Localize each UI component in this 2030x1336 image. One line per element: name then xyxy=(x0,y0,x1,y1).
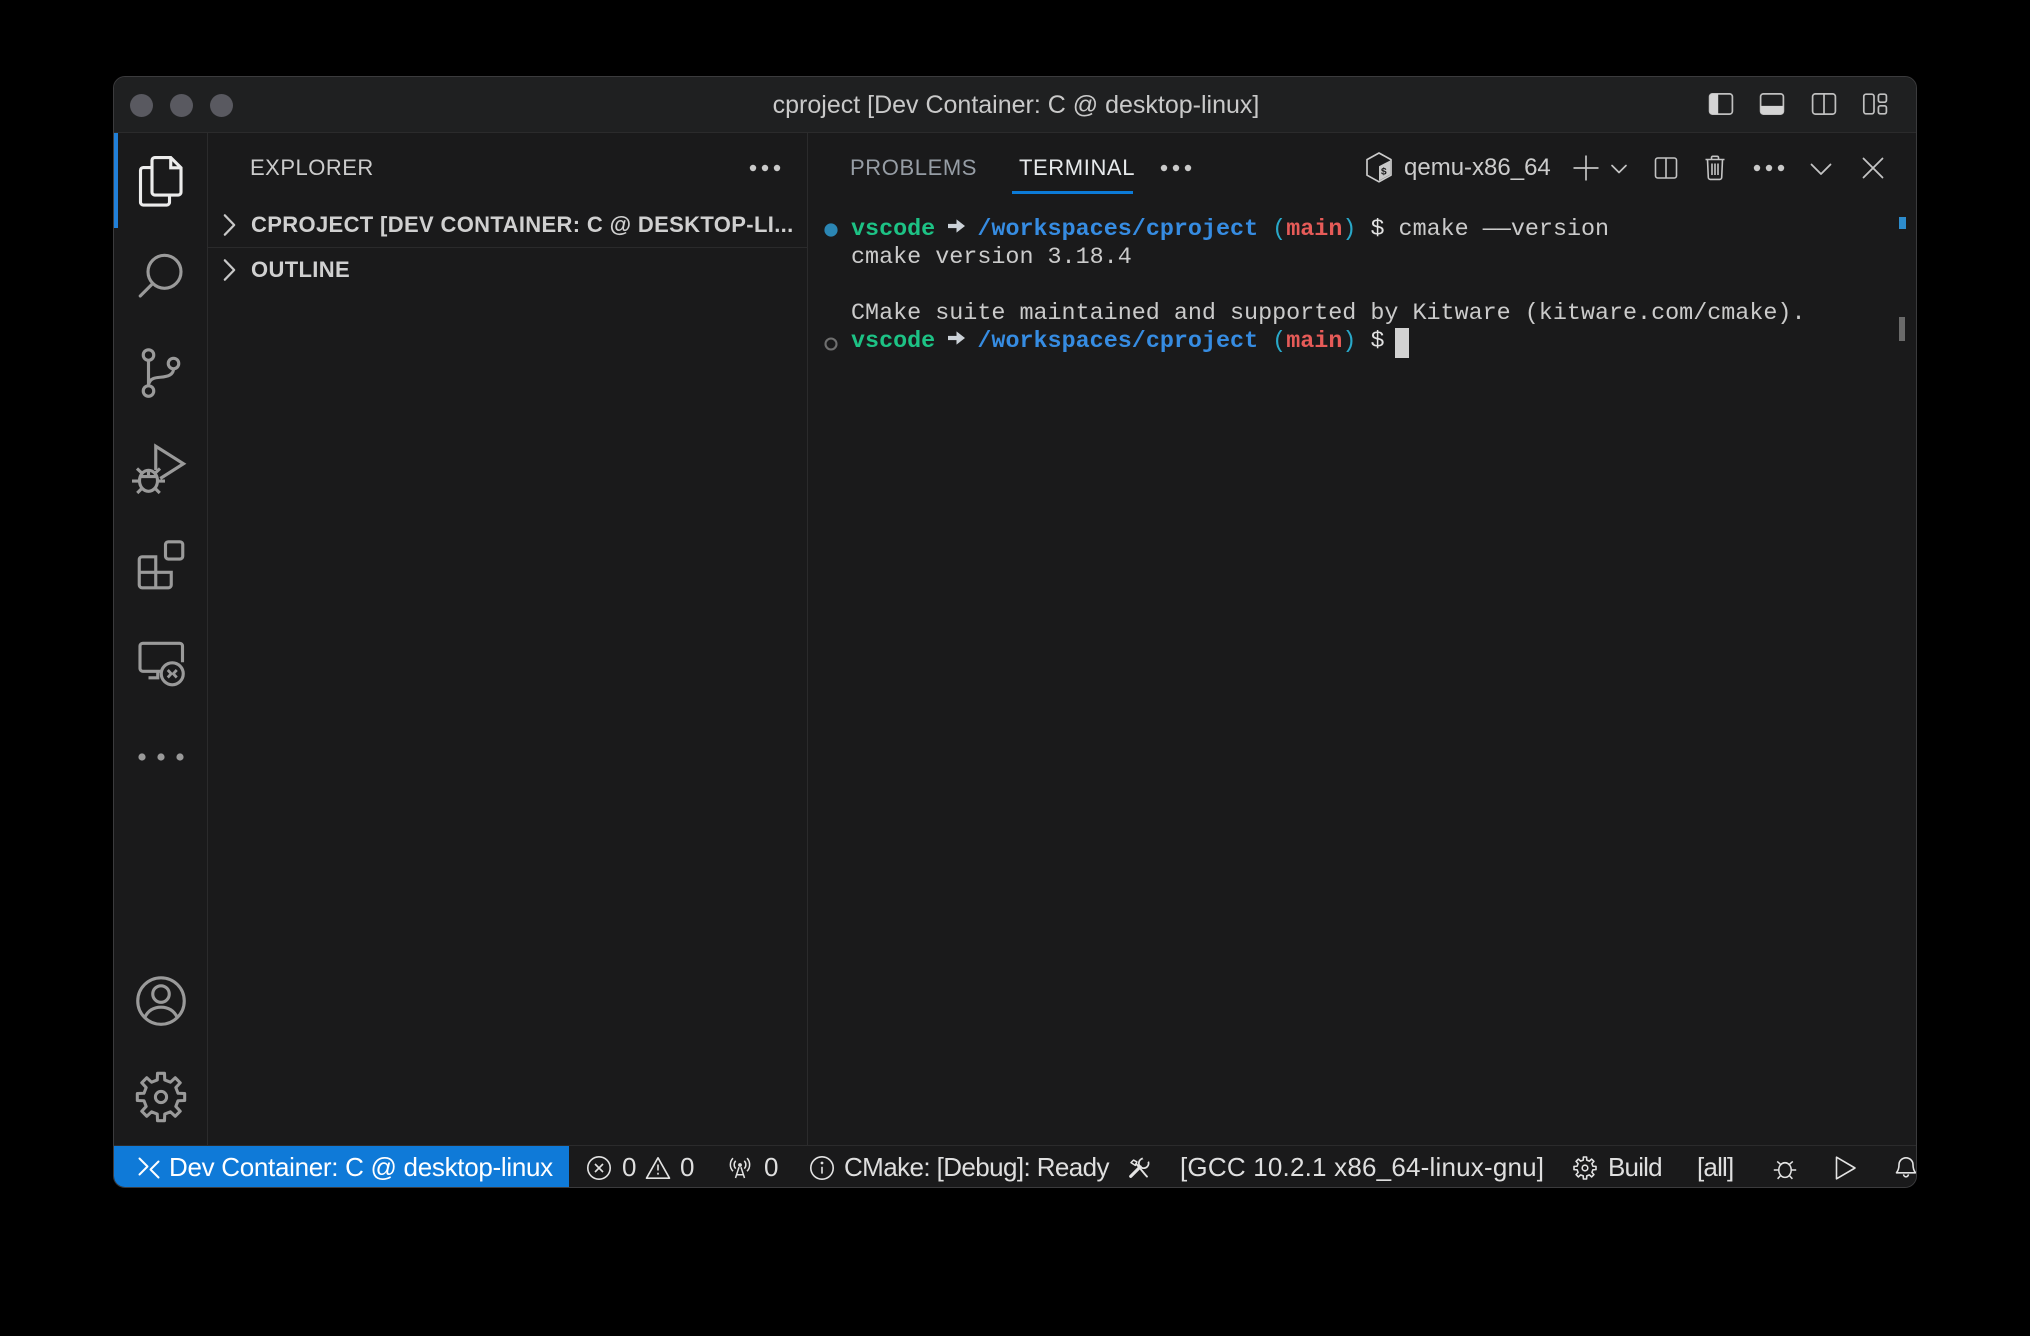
svg-text:$: $ xyxy=(1381,167,1387,179)
